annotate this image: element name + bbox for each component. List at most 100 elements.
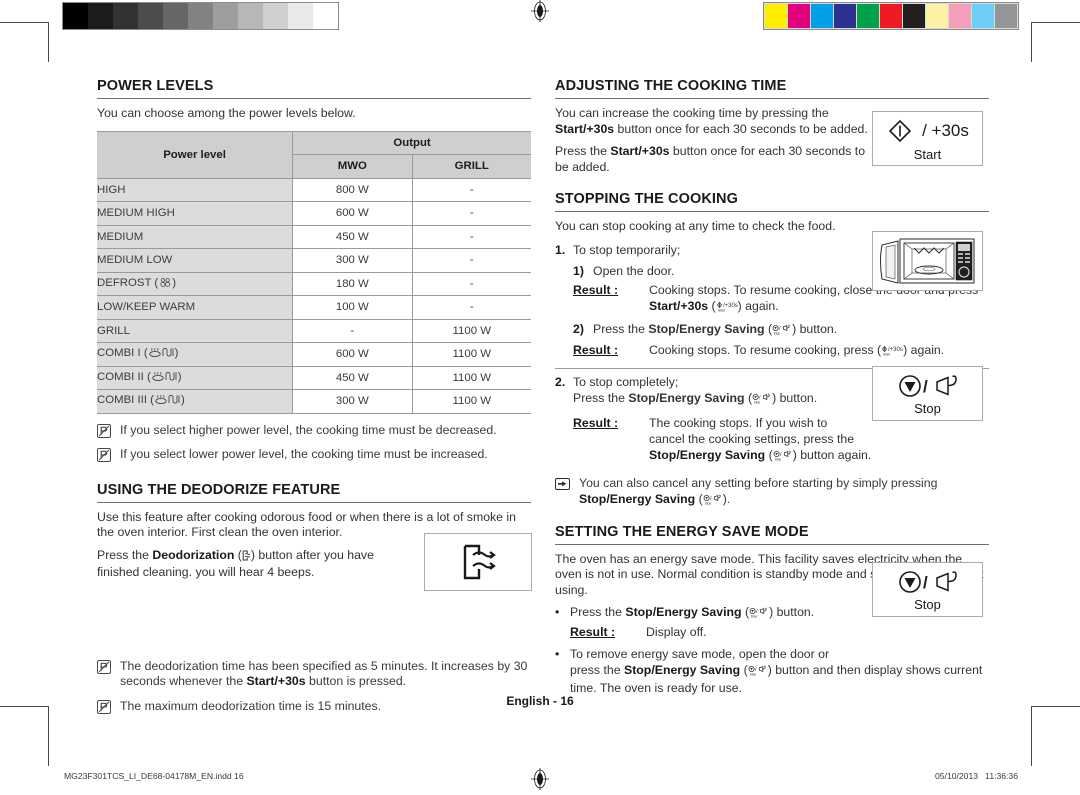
substep-end: ) button. [792, 321, 838, 336]
start-key-label: Start [913, 146, 942, 162]
stop-key-icon: Stop / [703, 493, 723, 509]
stopping-result-2: Result : Cooking stops. To resume cookin… [573, 342, 989, 360]
substep-number: 2) [573, 321, 584, 336]
table-row: COMBI II () 450 W 1100 W [97, 365, 531, 390]
table-row: COMBI I () 600 W 1100 W [97, 342, 531, 367]
table-row: MEDIUM 450 W- [97, 224, 531, 249]
table-cell-grill: - [412, 177, 531, 202]
table-header-row-1: Power level Output [97, 130, 531, 179]
stop-power-icon: / [898, 374, 957, 397]
svg-text:/: / [759, 395, 761, 401]
result-label: Result : [573, 342, 619, 357]
step-number: 2. [555, 374, 566, 389]
table-cell-grill: 1100 W [412, 342, 531, 367]
svg-text:Start: Start [883, 352, 890, 356]
start-key-icon: Start/+30s [716, 300, 738, 316]
table-cell-power-level: DEFROST () [97, 271, 294, 296]
stopping-substep-2: 2) Press the Stop/Energy Saving (Stop /) … [573, 321, 989, 339]
start-diamond-icon [888, 119, 912, 142]
energy-save-bullet-2: • To remove energy save mode, open the d… [555, 646, 989, 696]
table-cell-power-level: LOW/KEEP WARM [97, 295, 294, 320]
adjusting-p1-pre: You can increase the cooking time by pre… [555, 106, 829, 120]
crop-mark-left-bottom [48, 706, 49, 766]
svg-text:/+30s: /+30s [888, 347, 903, 353]
start-button-name: Start/+30s [649, 298, 709, 313]
table-cell-mwo: - [292, 318, 413, 343]
result-label: Result : [573, 415, 619, 430]
hand-paren-open: ( [695, 491, 703, 506]
table-cell-power-level: MEDIUM [97, 224, 294, 249]
substep-paren-open: ( [764, 321, 773, 336]
svg-text:/: / [779, 326, 781, 332]
note-text: The deodorization time has been specifie… [120, 659, 531, 690]
adjusting-cooking-time-heading: ADJUSTING THE COOKING TIME [555, 78, 989, 99]
svg-text:/: / [710, 496, 712, 502]
memo-icon [97, 448, 111, 462]
result-end: ) again. [737, 298, 779, 313]
deodorize-instruction: Press the Deodorization () button after … [97, 548, 397, 581]
step2-line1: To stop completely; [573, 374, 679, 389]
combi-icon [155, 394, 181, 408]
adjusting-paragraph-2: Press the Start/+30s button once for eac… [555, 144, 877, 175]
step2-pre: Press the [573, 390, 629, 405]
step-number: 1. [555, 242, 566, 257]
table-cell-power-level: COMBI II () [97, 365, 294, 390]
adjusting-paragraph-1: You can increase the cooking time by pre… [555, 106, 873, 137]
table-cell-mwo: 300 W [292, 389, 413, 414]
note-text: You can also cancel any setting before s… [579, 475, 989, 509]
table-row: LOW/KEEP WARM 100 W- [97, 295, 531, 320]
power-levels-intro: You can choose among the power levels be… [97, 106, 356, 120]
deodorization-button-name: Deodorization [152, 547, 235, 562]
svg-text:/: / [755, 667, 757, 673]
result-text: Cooking stops. To resume cooking, press … [649, 342, 989, 360]
table-header-output: Output [292, 130, 531, 155]
page-label: English - 16 [506, 694, 574, 708]
bullet2-line1: To remove energy save mode, open the doo… [570, 647, 830, 661]
svg-text:/: / [780, 452, 782, 458]
gray-swatch [263, 3, 288, 29]
start-key-icon: Start/+30s [881, 344, 903, 360]
table-header-grill: GRILL [412, 154, 531, 179]
deodorize-heading: USING THE DEODORIZE FEATURE [97, 482, 531, 503]
bullet1-paren-open: ( [741, 605, 750, 619]
table-row: COMBI III () 300 W 1100 W [97, 389, 531, 414]
table-cell-power-level: COMBI III () [97, 389, 294, 414]
table-cell-power-level: GRILL [97, 318, 294, 343]
table-cell-grill: 1100 W [412, 389, 531, 414]
stopping-cooking-heading: STOPPING THE COOKING [555, 191, 989, 212]
step2-paren-open: ( [744, 390, 753, 405]
gray-swatch [88, 3, 113, 29]
bullet1-pre: Press the [570, 605, 626, 619]
crop-mark-right-top [1031, 22, 1032, 62]
note-higher-power: If you select higher power level, the co… [97, 423, 531, 439]
note-cancel-setting: You can also cancel any setting before s… [555, 475, 989, 509]
bullet2-paren-open: ( [740, 663, 748, 677]
color-swatch [788, 4, 810, 28]
result3-end: ) button again. [792, 447, 872, 462]
stop-key-icon: Stop / [752, 392, 772, 408]
svg-text:Start: Start [718, 308, 725, 312]
registration-mark-top [529, 0, 551, 22]
table-cell-mwo: 300 W [292, 248, 413, 273]
table-cell-grill: - [412, 295, 531, 320]
table-cell-grill: 1100 W [412, 318, 531, 343]
footer-timestamp: 05/10/2013 11:36:36 [935, 771, 1018, 781]
result-label: Result : [570, 625, 616, 639]
table-cell-mwo: 450 W [292, 224, 413, 249]
stop-key-figure-2: / Stop [872, 562, 983, 617]
table-header-mwo: MWO [292, 154, 413, 179]
energy-save-bullet-1: • Press the Stop/Energy Saving (Stop /) b… [555, 604, 875, 622]
stop-key-label: Stop [914, 596, 941, 612]
color-swatch [811, 4, 833, 28]
table-row: MEDIUM HIGH 600 W- [97, 201, 531, 226]
color-swatch [857, 4, 879, 28]
svg-text:Stop: Stop [774, 331, 781, 335]
table-cell-power-level: MEDIUM HIGH [97, 201, 294, 226]
bullet1-end: ) button. [769, 605, 815, 619]
color-swatch [834, 4, 856, 28]
table-cell-power-level: MEDIUM LOW [97, 248, 294, 273]
stop-energy-saving-button-name: Stop/Energy Saving [648, 321, 765, 336]
table-cell-mwo: 180 W [292, 271, 413, 296]
color-swatch [903, 4, 925, 28]
note-text: If you select lower power level, the coo… [120, 447, 488, 461]
